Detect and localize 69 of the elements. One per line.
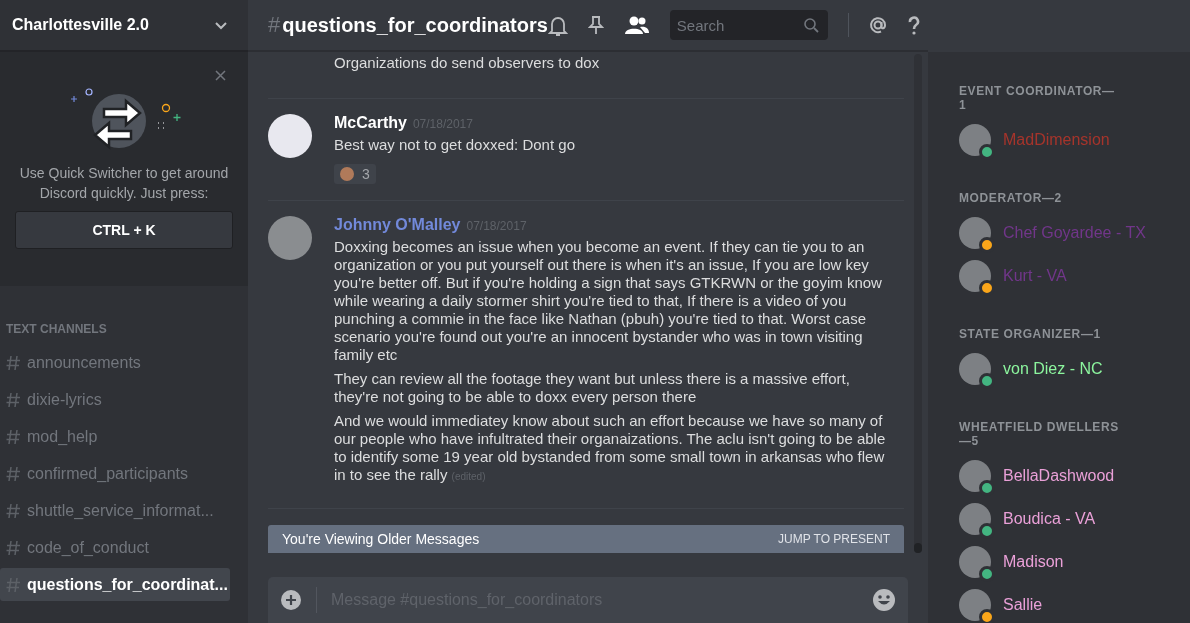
search-field[interactable]: Search bbox=[669, 10, 828, 40]
role-heading: STATE ORGANIZER—1 bbox=[959, 327, 1102, 341]
quick-switcher-hint: Use Quick Switcher to get around Discord quickly. Just press: bbox=[18, 164, 230, 203]
hash-icon bbox=[6, 354, 21, 371]
member-item[interactable]: BellaDashwood bbox=[959, 454, 1190, 497]
emoji-icon bbox=[340, 167, 354, 181]
message-text: Organizations do send observers to dox bbox=[334, 54, 601, 72]
category-label: TEXT CHANNELS bbox=[6, 322, 108, 336]
close-icon[interactable] bbox=[215, 70, 226, 81]
message-text: Doxxing becomes an issue when you become an event. If they can tie you to an organization or you put yourself out there is when it's an issue, If you are low key you're better off. But if you're holding a sign that says GTKRWN or the goyim know while wearing a daily stormer shirt you're tied to that, If there is a video of you punching a commie in the face like Nathan (pbuh) you're tied to that. Worst case scenario you're found out you're an innocent bystander who was in town visiting family etc bbox=[334, 238, 883, 364]
channel-item[interactable]: questions_for_coordinat... bbox=[0, 568, 230, 601]
role-heading: EVENT COORDINATOR—1 bbox=[959, 84, 1116, 112]
chevron-down-icon[interactable] bbox=[214, 20, 228, 30]
scrollbar[interactable] bbox=[914, 54, 922, 553]
member-item[interactable]: von Diez - NC bbox=[959, 347, 1190, 390]
plus-icon[interactable] bbox=[280, 589, 302, 611]
member-name: von Diez - NC bbox=[1003, 359, 1103, 378]
avatar bbox=[268, 114, 312, 158]
avatar bbox=[959, 352, 991, 385]
message-text: They can review all the footage they want but unless there is a massive effort, they're not going to be able to doxx every person there bbox=[334, 370, 851, 406]
avatar bbox=[959, 259, 991, 292]
member-name: BellaDashwood bbox=[1003, 466, 1115, 485]
role-heading: WHEATFIELD DWELLERS—5 bbox=[959, 420, 1119, 448]
hash-icon bbox=[6, 539, 21, 556]
hash-icon bbox=[6, 465, 21, 482]
channel-hash: # bbox=[268, 12, 281, 38]
member-name: Sallie bbox=[1003, 595, 1043, 614]
channel-item[interactable]: announcements bbox=[0, 346, 230, 379]
emoji-picker-icon[interactable] bbox=[872, 588, 896, 612]
avatar bbox=[959, 216, 991, 249]
avatar bbox=[268, 216, 312, 260]
member-name: Boudica - VA bbox=[1003, 509, 1096, 528]
channel-item[interactable]: mod_help bbox=[0, 420, 230, 453]
reaction-button[interactable]: 3 bbox=[334, 164, 376, 184]
member-name: Chef Goyardee - TX bbox=[1003, 223, 1146, 242]
server-name: Charlottesville 2.0 bbox=[12, 16, 149, 34]
role-heading: MODERATOR—2 bbox=[959, 191, 1063, 205]
channel-item[interactable]: code_of_conduct bbox=[0, 531, 230, 564]
channel-item[interactable]: confirmed_participants bbox=[0, 457, 230, 490]
channel-item[interactable]: dixie-lyrics bbox=[0, 383, 230, 416]
member-item[interactable]: Boudica - VA bbox=[959, 497, 1190, 540]
avatar bbox=[959, 588, 991, 621]
older-messages-label: You're Viewing Older Messages bbox=[282, 531, 480, 547]
hash-icon bbox=[6, 391, 21, 408]
member-item[interactable]: Sallie bbox=[959, 583, 1190, 623]
author-name[interactable]: Johnny O'Malley bbox=[334, 216, 461, 234]
hash-icon bbox=[6, 576, 21, 593]
member-name: Madison bbox=[1003, 552, 1064, 571]
help-icon[interactable] bbox=[906, 15, 920, 35]
hash-icon bbox=[6, 428, 21, 445]
at-sign-icon[interactable] bbox=[868, 16, 887, 34]
pin-icon[interactable] bbox=[587, 15, 604, 35]
search-icon bbox=[803, 18, 819, 33]
hash-icon bbox=[6, 502, 21, 519]
message-text: Best way not to get doxxed: Dont go bbox=[334, 136, 576, 154]
avatar bbox=[959, 459, 991, 492]
member-name: MadDimension bbox=[1003, 130, 1110, 149]
avatar bbox=[959, 502, 991, 535]
avatar bbox=[959, 123, 991, 156]
bell-icon[interactable] bbox=[547, 14, 568, 36]
channel-title: questions_for_coordinators bbox=[282, 13, 548, 37]
avatar bbox=[959, 545, 991, 578]
jump-to-present-link[interactable]: JUMP TO PRESENT bbox=[777, 532, 890, 546]
members-icon[interactable] bbox=[623, 15, 650, 35]
member-name: Kurt - VA bbox=[1003, 266, 1067, 285]
author-name[interactable]: McCarthy bbox=[334, 114, 407, 132]
member-item[interactable]: Madison bbox=[959, 540, 1190, 583]
channel-item[interactable]: shuttle_service_informat... bbox=[0, 494, 230, 527]
shortcut-button[interactable]: CTRL + K bbox=[15, 211, 233, 249]
